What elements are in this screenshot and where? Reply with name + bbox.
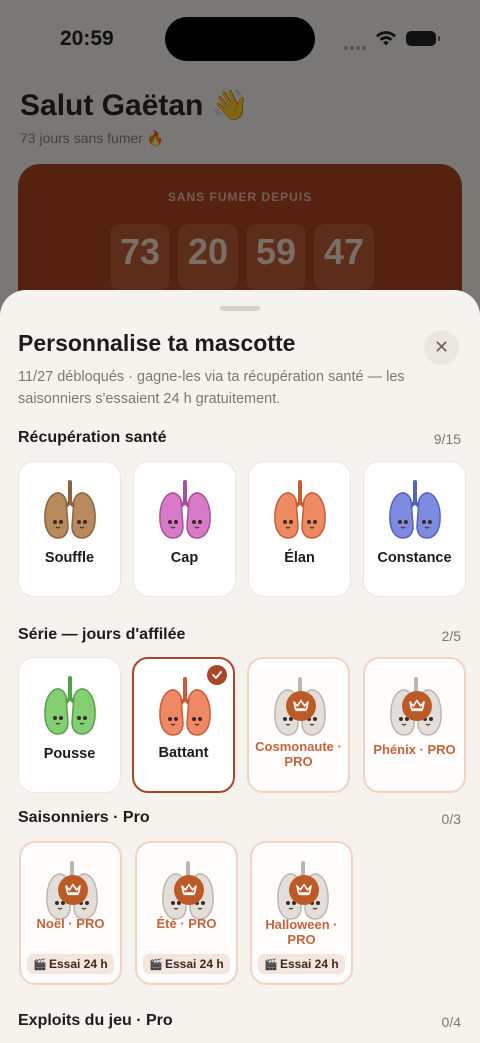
mascot-tile-locked[interactable]: Été · PRO 🎬 Essai 24 h [135, 841, 238, 985]
section-count-saisonniers: 0/3 [441, 811, 461, 827]
mascot-tile[interactable]: Pousse [18, 657, 121, 793]
mascot-tile-selected[interactable]: Battant [132, 657, 235, 793]
check-icon [207, 665, 227, 685]
mascot-tile[interactable]: Cap [133, 461, 236, 597]
clapperboard-icon: 🎬 [149, 959, 163, 971]
lungs-mascot-icon [159, 677, 211, 736]
clapperboard-icon: 🎬 [264, 959, 278, 971]
sheet-title: Personnalise ta mascotte [18, 330, 296, 356]
crown-icon [289, 875, 319, 905]
mascot-tile[interactable]: Souffle [18, 461, 121, 597]
section-title-exploits: Exploits du jeu · Pro [18, 1012, 173, 1029]
mascot-name: Battant [158, 745, 209, 761]
mascot-row-recuperation[interactable]: Souffle Cap Élan Constance [18, 461, 480, 601]
mascot-name: Pousse [43, 746, 96, 762]
sheet-grabber[interactable] [220, 306, 260, 311]
lungs-mascot-icon [274, 480, 326, 539]
crown-icon [174, 875, 204, 905]
mascot-tile-locked[interactable]: Noël · PRO 🎬 Essai 24 h [19, 841, 122, 985]
mascot-tile[interactable]: Constance [363, 461, 466, 597]
mascot-row-saisonniers[interactable]: Noël · PRO 🎬 Essai 24 h Été · PRO 🎬 Essai … [18, 841, 480, 987]
mascot-sheet: Personnalise ta mascotte ✕ 11/27 débloqu… [0, 290, 480, 1043]
section-title-recuperation: Récupération santé [18, 429, 167, 446]
trial-label: Essai 24 h [279, 957, 339, 971]
mascot-name: Noël · PRO [36, 916, 105, 931]
mascot-tile-locked[interactable]: Halloween · PRO 🎬 Essai 24 h [250, 841, 353, 985]
mascot-tile-locked[interactable]: Cosmonaute · PRO [247, 657, 350, 793]
sheet-subtitle: 11/27 débloqués · gagne-les via ta récup… [18, 369, 405, 407]
close-icon: ✕ [433, 337, 450, 357]
mascot-name: Phénix · PRO [373, 742, 456, 757]
mascot-name: Halloween · PRO [265, 917, 338, 947]
lungs-mascot-icon [389, 480, 441, 539]
section-count-exploits: 0/4 [441, 1014, 461, 1030]
wifi-icon [376, 31, 396, 46]
lungs-mascot-icon [44, 480, 96, 539]
trial-badge[interactable]: 🎬 Essai 24 h [27, 954, 114, 974]
mascot-name: Cosmonaute · PRO [255, 739, 342, 769]
crown-icon [402, 691, 432, 721]
section-title-saisonniers: Saisonniers · Pro [18, 809, 150, 826]
mascot-name: Souffle [44, 550, 95, 566]
close-button[interactable]: ✕ [424, 330, 459, 365]
lungs-mascot-icon [44, 676, 96, 735]
status-bar: 20:59 [0, 0, 480, 78]
dynamic-island [165, 17, 315, 61]
trial-label: Essai 24 h [164, 957, 224, 971]
section-title-serie: Série — jours d'affilée [18, 626, 186, 643]
crown-icon [286, 691, 316, 721]
mascot-name: Été · PRO [156, 916, 217, 931]
trial-badge[interactable]: 🎬 Essai 24 h [258, 954, 345, 974]
mascot-name: Élan [284, 550, 315, 566]
mascot-name: Constance [377, 550, 452, 566]
status-time: 20:59 [60, 27, 114, 50]
cellular-signal-icon [344, 37, 368, 55]
trial-badge[interactable]: 🎬 Essai 24 h [143, 954, 230, 974]
mascot-row-serie[interactable]: Pousse Battant Cosmonaute · PRO Phénix ·… [18, 657, 480, 797]
section-count-serie: 2/5 [441, 628, 461, 644]
section-count-recuperation: 9/15 [433, 431, 461, 447]
trial-label: Essai 24 h [48, 957, 108, 971]
crown-icon [58, 875, 88, 905]
battery-icon [406, 31, 440, 46]
mascot-tile-locked[interactable]: Phénix · PRO [363, 657, 466, 793]
clapperboard-icon: 🎬 [33, 959, 47, 971]
lungs-mascot-icon [159, 480, 211, 539]
mascot-name: Cap [170, 550, 199, 566]
mascot-tile[interactable]: Élan [248, 461, 351, 597]
